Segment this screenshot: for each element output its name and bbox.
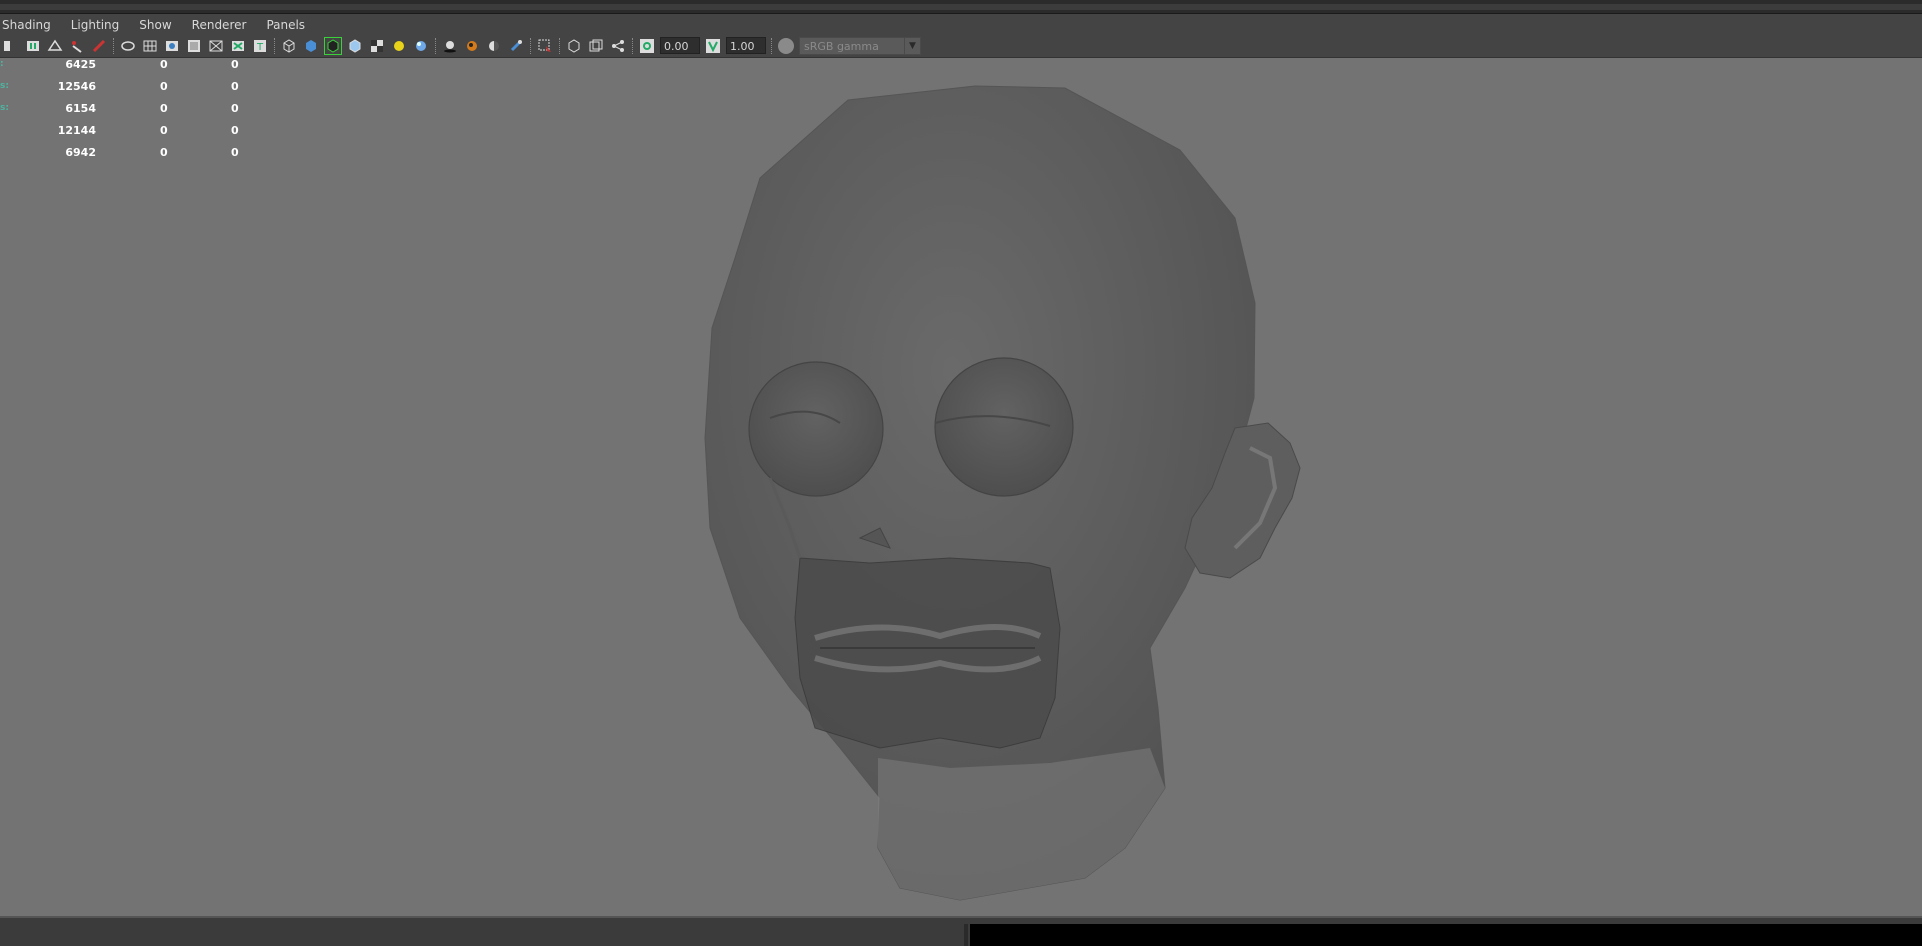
svg-text:T: T	[256, 42, 264, 53]
menu-shading[interactable]: Shading	[0, 14, 61, 36]
left-eye-sphere	[748, 361, 884, 497]
hud-row: 12144 0 0	[57, 124, 239, 137]
default-lighting-icon[interactable]	[390, 37, 408, 55]
gate-mask-icon[interactable]	[207, 37, 225, 55]
screen-space-ao-icon[interactable]	[463, 37, 481, 55]
view-transform-select[interactable]: sRGB gamma ▼	[799, 36, 921, 55]
right-eye-sphere	[934, 357, 1074, 497]
bottom-status-bar	[0, 916, 1922, 946]
menu-renderer[interactable]: Renderer	[182, 14, 257, 36]
menu-panels[interactable]: Panels	[256, 14, 315, 36]
toolbar-separator	[771, 37, 772, 54]
head-model	[704, 85, 1301, 901]
share-icon[interactable]	[609, 37, 627, 55]
isolate-select-icon[interactable]	[536, 37, 554, 55]
toolbar-separator	[632, 37, 633, 54]
toolbar-separator	[559, 37, 560, 54]
textured-icon[interactable]	[368, 37, 386, 55]
gamma-icon[interactable]	[704, 37, 722, 55]
hud-row: s: 6154 0 0	[0, 102, 239, 115]
hud-row: s: 12546 0 0	[0, 80, 239, 93]
xray-icon[interactable]	[346, 37, 364, 55]
panel-menubar: Shading Lighting Show Renderer Panels	[0, 14, 1922, 36]
multisample-aa-icon[interactable]	[507, 37, 525, 55]
grid-icon[interactable]	[141, 37, 159, 55]
hud-row: 6942 0 0	[65, 146, 239, 159]
field-chart-icon[interactable]	[229, 37, 247, 55]
resolution-gate-icon[interactable]	[185, 37, 203, 55]
teeth-jaw-mesh	[794, 557, 1061, 749]
exposure-icon[interactable]	[638, 37, 656, 55]
hud-row: : 6425 0 0	[0, 58, 239, 71]
gamma-field[interactable]: 1.00	[726, 37, 766, 54]
exposure-field[interactable]: 0.00	[660, 37, 700, 54]
select-camera-icon[interactable]	[2, 37, 20, 55]
script-output-panel	[970, 924, 1922, 946]
wireframe-on-shaded-icon[interactable]	[324, 36, 342, 55]
grease-pencil-icon[interactable]	[119, 37, 137, 55]
2d-pan-zoom-icon[interactable]	[90, 37, 108, 55]
title-strip	[0, 0, 1922, 14]
bookmarks-icon[interactable]	[46, 37, 64, 55]
poly-count-hud: : 6425 0 0 s: 12546 0 0 s: 6154 0 0 1214…	[0, 58, 260, 168]
menu-lighting[interactable]: Lighting	[61, 14, 130, 36]
smooth-shade-icon[interactable]	[302, 37, 320, 55]
camera-attributes-icon[interactable]	[24, 37, 42, 55]
toolbar-separator	[113, 37, 114, 54]
wireframe-icon[interactable]	[280, 37, 298, 55]
3d-viewport[interactable]: : 6425 0 0 s: 12546 0 0 s: 6154 0 0 1214…	[0, 58, 1922, 916]
menu-show[interactable]: Show	[129, 14, 181, 36]
image-plane-icon[interactable]	[68, 37, 86, 55]
view-transform-value: sRGB gamma	[804, 39, 879, 53]
xray-joints-icon[interactable]	[565, 37, 583, 55]
panel-divider[interactable]	[964, 924, 968, 946]
motion-blur-icon[interactable]	[485, 37, 503, 55]
safe-title-icon[interactable]: T	[251, 37, 269, 55]
chevron-down-icon: ▼	[904, 37, 920, 54]
color-management-icon[interactable]	[778, 37, 794, 54]
xray-active-icon[interactable]	[587, 37, 605, 55]
toolbar-separator	[435, 37, 436, 54]
all-lights-icon[interactable]	[412, 37, 430, 55]
shadows-icon[interactable]	[441, 37, 459, 55]
toolbar-separator	[530, 37, 531, 54]
film-gate-icon[interactable]	[163, 37, 181, 55]
toolbar-separator	[274, 37, 275, 54]
panel-toolbar: T 0.00 1.00 sRGB gamma ▼	[0, 34, 1922, 58]
